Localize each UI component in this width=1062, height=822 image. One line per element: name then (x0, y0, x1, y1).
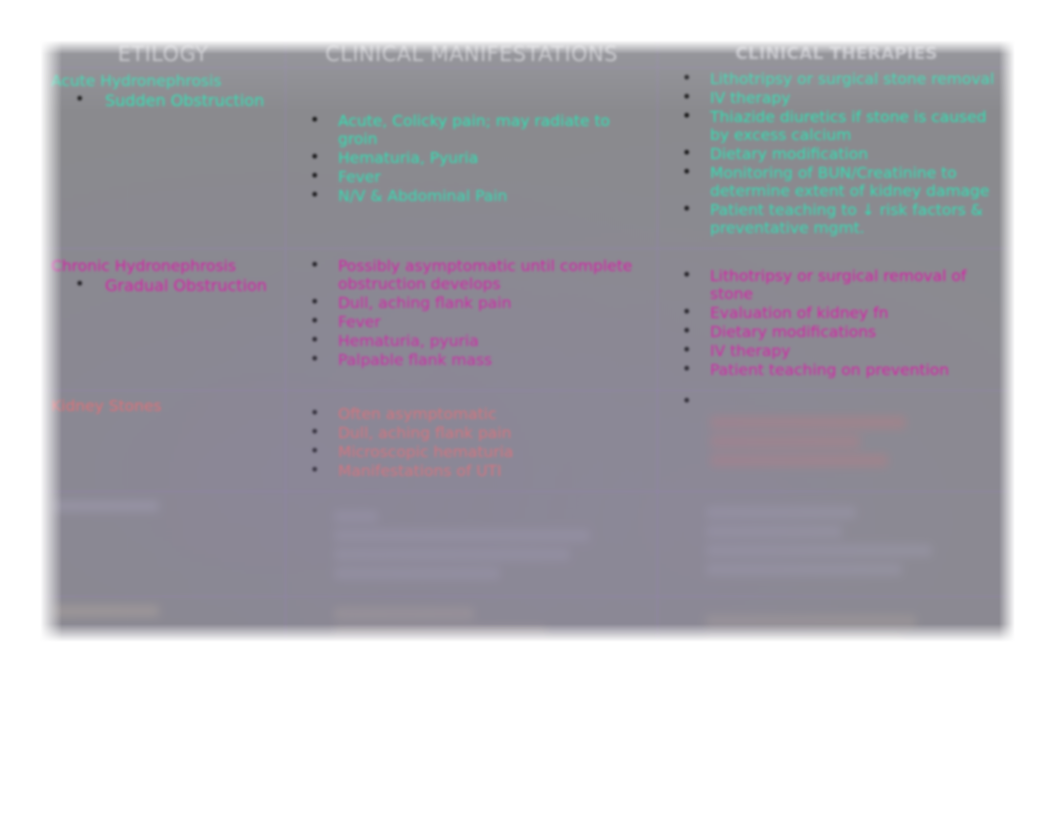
list-item: Lithotripsy or surgical removal of stone (682, 266, 1009, 304)
list-item: Hematuria, pyuria (310, 331, 651, 351)
cell-etiology-stones: Kidney Stones (40, 390, 286, 492)
illegible-text-block (41, 597, 285, 635)
screenshot-canvas: ETILOGY CLINICAL MANIFESTATIONS CLINICAL… (0, 0, 1062, 822)
list-item: Dietary modifications (682, 322, 1009, 342)
cell-etiology-chronic: Chronic Hydronephrosis Gradual Obstructi… (40, 248, 286, 391)
list-item: IV therapy (682, 88, 1009, 108)
list-item: Patient teaching on prevention (682, 360, 1009, 380)
column-header-etiology-label: ETILOGY (117, 42, 209, 66)
list-item: Dull, aching flank pain (310, 423, 651, 443)
column-header-etiology: ETILOGY (40, 40, 286, 68)
list-item: Hematuria, Pyuria (310, 148, 651, 168)
list-item: Gradual Obstruction (75, 275, 279, 296)
table-row: Chronic Hydronephrosis Gradual Obstructi… (40, 248, 1016, 391)
illegible-text-block (286, 597, 657, 674)
list-item: Palpable flank mass (310, 350, 651, 370)
etiology-title: Chronic Hydronephrosis (51, 257, 236, 275)
cell-etiology-acute: Acute Hydronephrosis Sudden Obstruction (40, 67, 286, 249)
illegible-text-block (286, 492, 657, 596)
slide-table-container: ETILOGY CLINICAL MANIFESTATIONS CLINICAL… (40, 40, 1016, 683)
illegible-text-block (658, 492, 1015, 592)
table-header-row: ETILOGY CLINICAL MANIFESTATIONS CLINICAL… (40, 40, 1016, 68)
manifestations-list: Possibly asymptomatic until complete obs… (292, 256, 651, 370)
list-item: Fever (310, 312, 651, 332)
slide-table: ETILOGY CLINICAL MANIFESTATIONS CLINICAL… (40, 40, 1016, 683)
cell-manifestations-blurred-2 (285, 596, 658, 683)
list-item: Patient teaching to ↓ risk factors & pre… (682, 200, 1009, 238)
list-item (682, 392, 1009, 412)
column-header-manifestations-label: CLINICAL MANIFESTATIONS (325, 42, 618, 66)
cell-etiology-blurred-2 (40, 596, 286, 683)
illegible-text-block (664, 412, 1009, 467)
list-item: Thiazide diuretics if stone is caused by… (682, 107, 1009, 145)
table-row (40, 491, 1016, 597)
cell-etiology-blurred-1 (40, 491, 286, 597)
list-item: Monitoring of BUN/Creatinine to determin… (682, 163, 1009, 201)
manifestations-list: Acute, Colicky pain; may radiate to groi… (292, 111, 651, 206)
list-item: Manifestations of UTI (310, 461, 651, 481)
cell-manifestations-blurred-1 (285, 491, 658, 597)
list-item: Dietary modification (682, 144, 1009, 164)
cell-therapies-blurred-1 (657, 491, 1016, 597)
list-item: Possibly asymptomatic until complete obs… (310, 256, 651, 294)
therapies-list: Lithotripsy or surgical removal of stone… (664, 266, 1009, 380)
list-item: Often asymptomatic (310, 404, 651, 424)
etiology-title: Kidney Stones (51, 397, 162, 415)
column-header-therapies: CLINICAL THERAPIES (657, 40, 1016, 68)
etiology-title: Acute Hydronephrosis (51, 72, 222, 90)
comparison-table: ETILOGY CLINICAL MANIFESTATIONS CLINICAL… (40, 40, 1016, 683)
cell-therapies-stones (657, 390, 1016, 492)
cell-therapies-acute: Lithotripsy or surgical stone removal IV… (657, 67, 1016, 249)
list-item: IV therapy (682, 341, 1009, 361)
illegible-text-block (41, 492, 285, 530)
list-item: Lithotripsy or surgical stone removal (682, 69, 1009, 89)
list-item: Dull, aching flank pain (310, 293, 651, 313)
etiology-bullet-list: Gradual Obstruction (47, 275, 279, 296)
list-item: Sudden Obstruction (75, 90, 279, 111)
illegible-text-block (658, 597, 1015, 663)
table-row: Acute Hydronephrosis Sudden Obstruction … (40, 67, 1016, 249)
list-item: Microscopic hematuria (310, 442, 651, 462)
manifestations-list: Often asymptomatic Dull, aching flank pa… (292, 404, 651, 481)
table-row (40, 596, 1016, 683)
etiology-bullet-list: Sudden Obstruction (47, 90, 279, 111)
column-header-manifestations: CLINICAL MANIFESTATIONS (285, 40, 658, 68)
list-item: Acute, Colicky pain; may radiate to groi… (310, 111, 651, 149)
cell-manifestations-stones: Often asymptomatic Dull, aching flank pa… (285, 390, 658, 492)
cell-manifestations-chronic: Possibly asymptomatic until complete obs… (285, 248, 658, 391)
list-item: Evaluation of kidney fn (682, 303, 1009, 323)
cell-therapies-chronic: Lithotripsy or surgical removal of stone… (657, 248, 1016, 391)
cell-manifestations-acute: Acute, Colicky pain; may radiate to groi… (285, 67, 658, 249)
therapies-list: Lithotripsy or surgical stone removal IV… (664, 69, 1009, 238)
list-item: N/V & Abdominal Pain (310, 186, 651, 206)
therapies-list (664, 392, 1009, 412)
list-item: Fever (310, 167, 651, 187)
cell-therapies-blurred-2 (657, 596, 1016, 683)
table-row: Kidney Stones Often asymptomatic Dull, a… (40, 390, 1016, 492)
column-header-therapies-label: CLINICAL THERAPIES (735, 44, 938, 64)
